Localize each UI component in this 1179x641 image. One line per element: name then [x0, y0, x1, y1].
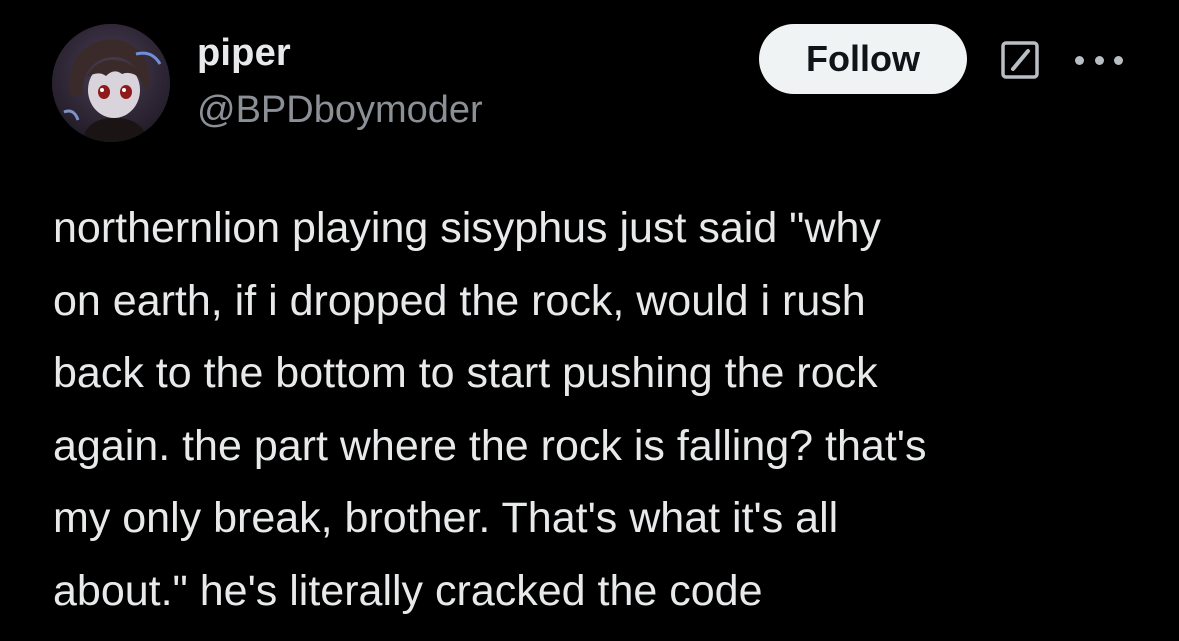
user-handle[interactable]: @BPDboymoder	[197, 88, 483, 132]
tweet-text-line: back to the bottom to start pushing the …	[53, 349, 878, 397]
dot	[1094, 55, 1104, 65]
tweet-text-line: northernlion playing sisyphus just said …	[53, 204, 881, 252]
tweet-text-line: my only break, brother. That's what it's…	[53, 494, 839, 542]
display-name[interactable]: piper	[197, 31, 291, 75]
dot	[1075, 55, 1084, 65]
tweet-card: piper @BPDboymoder Follow northernlion p…	[0, 0, 1179, 641]
avatar-image	[52, 24, 170, 142]
tweet-text-line: on earth, if i dropped the rock, would i…	[53, 276, 866, 325]
grok-icon[interactable]	[998, 40, 1044, 80]
follow-button[interactable]: Follow	[759, 24, 967, 94]
tweet-text-line: again. the part where the rock is fallin…	[53, 421, 927, 470]
avatar[interactable]	[52, 24, 170, 142]
dot	[1114, 55, 1123, 65]
tweet-text: northernlion playing sisyphus just said …	[53, 192, 1153, 627]
more-options-icon[interactable]	[1075, 50, 1123, 70]
tweet-text-line: about." he's literally cracked the code	[53, 566, 763, 615]
